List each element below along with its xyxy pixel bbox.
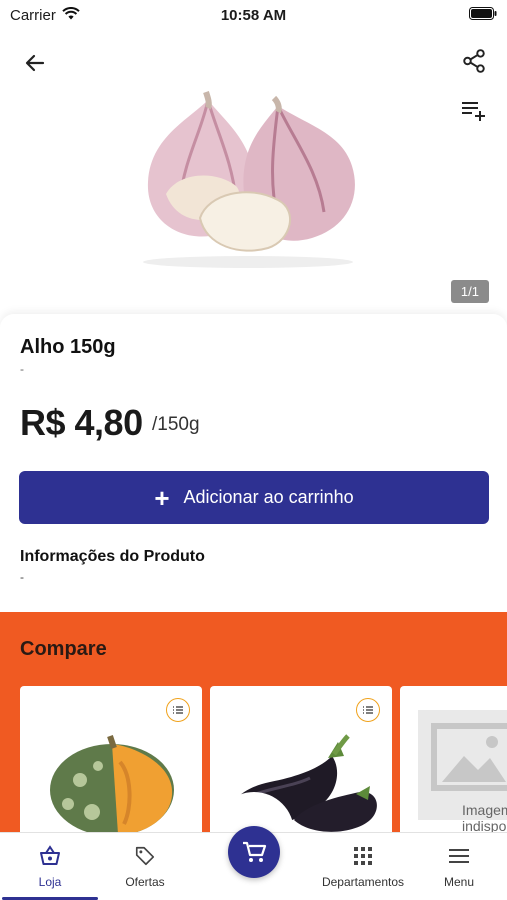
share-button[interactable] [457, 44, 491, 78]
share-icon [463, 49, 485, 73]
back-button[interactable] [18, 46, 52, 80]
garlic-image [128, 90, 378, 270]
list-icon[interactable] [166, 698, 190, 722]
grid-icon [354, 845, 372, 867]
product-info-title: Informações do Produto [20, 548, 205, 565]
product-info-value: - [20, 570, 24, 584]
nav-item-departamentos[interactable]: Departamentos [318, 845, 408, 889]
nav-label-ofertas: Ofertas [125, 875, 165, 889]
add-to-list-button[interactable] [457, 92, 491, 126]
add-to-cart-button[interactable]: + Adicionar ao carrinho [19, 471, 489, 524]
image-counter: 1/1 [450, 280, 489, 303]
nav-item-ofertas[interactable]: Ofertas [118, 845, 172, 889]
product-price: R$ 4,80 [20, 402, 143, 443]
cart-button[interactable] [228, 826, 280, 878]
carrier-label: Carrier [10, 6, 56, 24]
pumpkin-image [20, 726, 202, 836]
compare-title: Compare [20, 638, 107, 660]
arrow-left-icon [25, 54, 45, 72]
hamburger-icon [448, 845, 470, 867]
tag-icon [134, 845, 156, 867]
nav-item-loja[interactable]: Loja [28, 845, 72, 889]
placeholder-line1: Imagem [462, 802, 507, 818]
playlist-add-icon [462, 102, 485, 121]
status-bar: Carrier 10:58 AM [0, 0, 507, 30]
plus-icon: + [154, 482, 170, 513]
product-name: Alho 150g [20, 336, 116, 358]
product-info-card: Alho 150g - R$ 4,80 /150g + Adicionar ao… [0, 314, 507, 614]
nav-label-menu: Menu [443, 875, 475, 889]
price-unit: /150g [152, 414, 200, 435]
product-subtitle: - [20, 362, 24, 376]
basket-icon [38, 845, 62, 867]
status-left: Carrier [10, 7, 80, 24]
image-unavailable-text: Imagem indisponível [462, 802, 507, 834]
wifi-icon [62, 6, 80, 24]
nav-item-menu[interactable]: Menu [436, 845, 482, 889]
list-icon[interactable] [356, 698, 380, 722]
nav-label-departamentos: Departamentos [321, 875, 405, 889]
product-gallery: 1/1 [0, 30, 507, 320]
battery-icon [469, 6, 497, 24]
add-to-cart-label: Adicionar ao carrinho [183, 487, 354, 507]
cart-icon [243, 841, 267, 862]
nav-label-loja: Loja [38, 875, 62, 889]
